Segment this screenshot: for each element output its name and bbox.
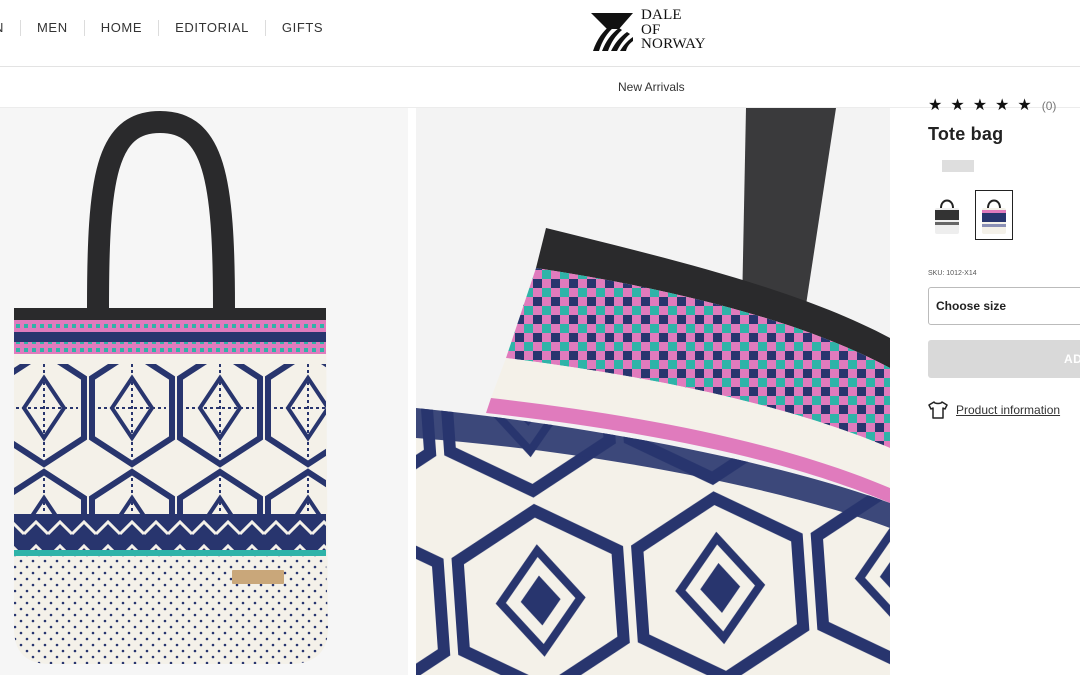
logo-line-3: NORWAY: [641, 36, 706, 53]
tshirt-icon: [928, 401, 948, 419]
product-sku: SKU: 1012-X14: [928, 270, 977, 277]
swatch-thumbnail-icon: [982, 199, 1006, 234]
product-info-panel: ★ ★ ★ ★ ★ (0) Tote bag SKU: 1012-X14 Cho…: [890, 98, 1080, 675]
tote-bag-image: [14, 110, 328, 664]
nav-item-gifts[interactable]: GIFTS: [264, 20, 339, 36]
sub-nav: New Arrivals: [0, 67, 1080, 108]
rating-count: (0): [1041, 99, 1057, 113]
nav-item-editorial[interactable]: EDITORIAL: [158, 20, 265, 36]
color-swatch-1[interactable]: [928, 190, 966, 240]
nav-item-women[interactable]: N: [0, 20, 20, 36]
image-gap: [408, 108, 416, 675]
color-swatch-2-selected[interactable]: [975, 190, 1013, 240]
logo-mark-icon: [591, 13, 633, 51]
size-select[interactable]: Choose size: [928, 287, 1080, 325]
star-icon: ★: [1017, 97, 1032, 114]
product-title: Tote bag: [928, 124, 1004, 144]
brand-logo[interactable]: DALE OF NORWAY: [589, 5, 719, 55]
star-icon: ★: [995, 97, 1010, 114]
product-image-detail[interactable]: [416, 108, 890, 675]
star-icon: ★: [950, 97, 965, 114]
logo-text: DALE OF NORWAY: [641, 8, 706, 52]
swatch-thumbnail-icon: [935, 199, 959, 234]
rating-stars[interactable]: ★ ★ ★ ★ ★ (0): [928, 98, 1056, 114]
star-icon: ★: [928, 97, 943, 114]
tote-bag-closeup-image: [416, 108, 890, 675]
product-information-label: Product information: [956, 403, 1061, 417]
add-to-cart-button[interactable]: AD: [928, 340, 1080, 378]
site-header: N MEN HOME EDITORIAL GIFTS DALE OF NORWA…: [0, 0, 1080, 67]
price-placeholder: [942, 160, 974, 172]
nav-item-men[interactable]: MEN: [20, 20, 84, 36]
logo-line-2: OF: [641, 21, 661, 38]
star-icon: ★: [972, 97, 988, 114]
logo-line-1: DALE: [641, 7, 682, 24]
main-nav: N MEN HOME EDITORIAL GIFTS: [0, 20, 339, 36]
nav-item-home[interactable]: HOME: [83, 20, 158, 36]
product-information-link[interactable]: Product information: [928, 401, 1060, 419]
product-image-main[interactable]: [0, 108, 408, 675]
new-arrivals-link[interactable]: New Arrivals: [618, 80, 685, 94]
